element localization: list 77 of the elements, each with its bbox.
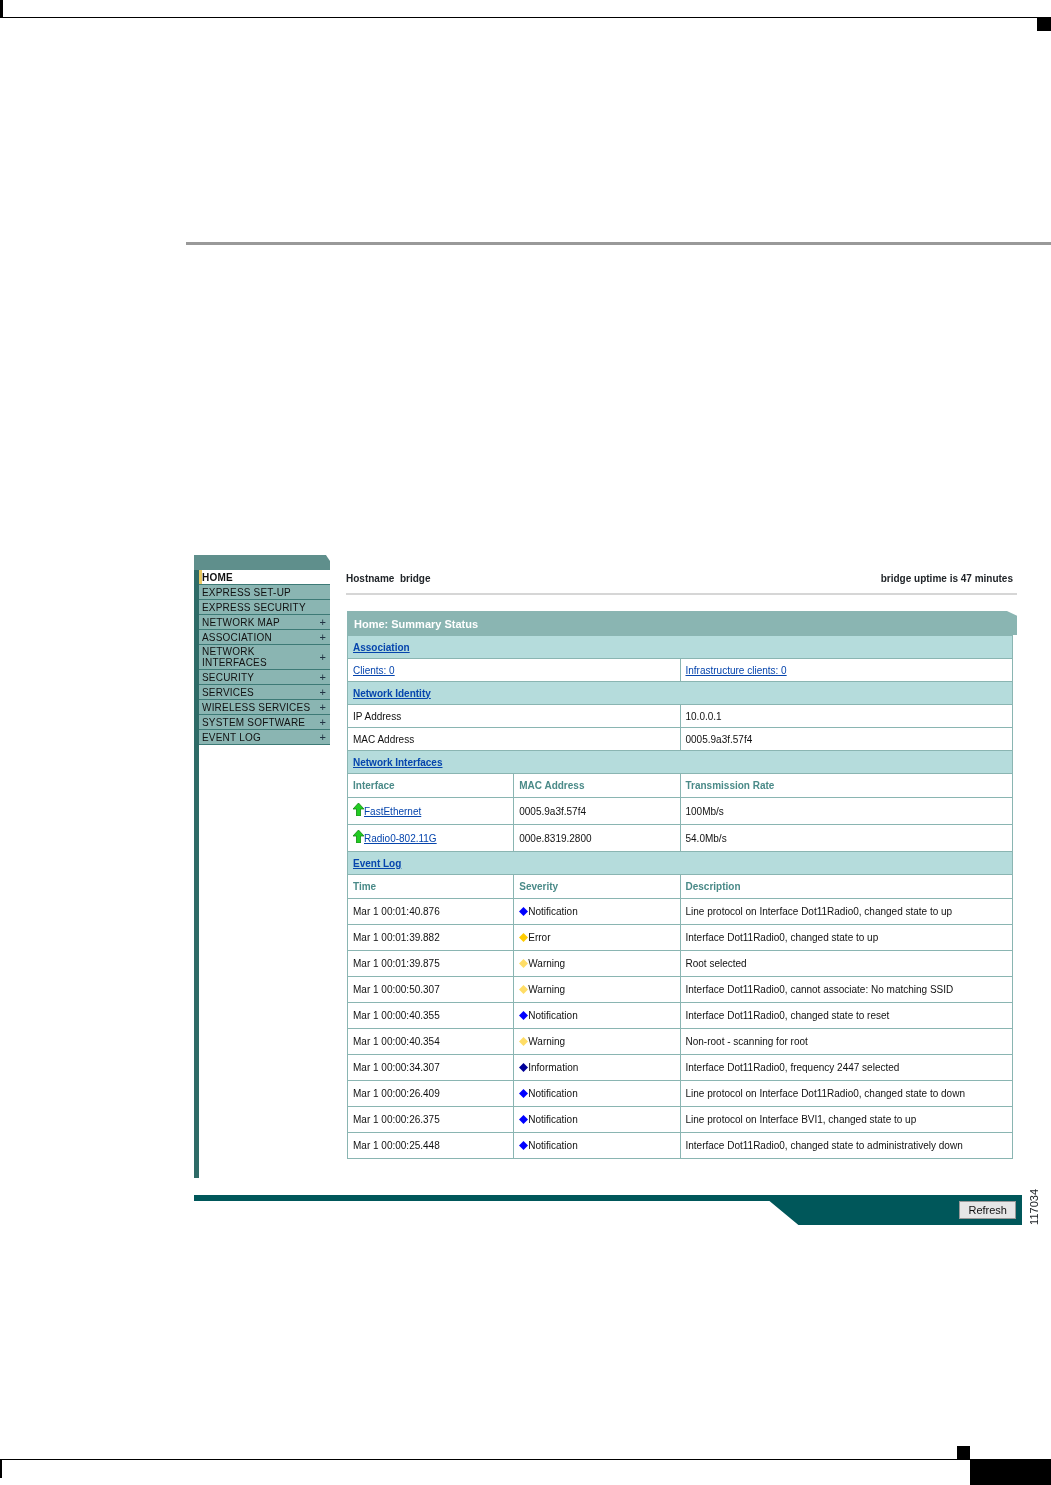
hostname-label: Hostname bridge (346, 572, 431, 586)
table-cell: Root selected (685, 958, 747, 969)
column-header: Severity (519, 881, 559, 892)
table-cell: 100Mb/s (685, 805, 724, 817)
column-header: Description (685, 881, 741, 892)
table-cell: Error (528, 932, 551, 943)
table-cell: Notification (528, 906, 578, 917)
menu-item[interactable]: WIRELESS SERVICES + (199, 700, 330, 715)
expand-icon[interactable]: + (319, 686, 326, 698)
section-link[interactable]: Event Log (353, 857, 402, 869)
table-cell: Interface Dot11Radio0, cannot associate: No matching SSID (685, 984, 954, 995)
menu-item[interactable]: HOME (199, 570, 330, 585)
table-cell: Mar 1 00:00:26.375 (353, 1114, 440, 1125)
field-label: IP Address (353, 710, 402, 722)
table-cell: Mar 1 00:00:26.409 (353, 1088, 440, 1099)
table-cell: Mar 1 00:00:34.307 (353, 1062, 440, 1073)
menu-item[interactable]: EXPRESS SET-UP (199, 585, 330, 600)
expand-icon[interactable]: + (319, 731, 326, 743)
table-cell: Line protocol on Interface Dot11Radio0, changed state to down (685, 1088, 965, 1099)
interface-link[interactable]: Radio0-802.11G (364, 833, 437, 844)
field-value: 0005.9a3f.57f4 (685, 733, 753, 745)
menu-item[interactable]: EXPRESS SECURITY (199, 600, 330, 615)
panel-title: Home: Summary Status (347, 611, 1017, 635)
expand-icon[interactable]: + (319, 631, 326, 643)
uptime-label: bridge uptime is 47 minutes (880, 572, 1013, 586)
expand-icon[interactable]: + (319, 616, 326, 628)
table-cell: Interface Dot11Radio0, changed state to administratively down (685, 1140, 963, 1151)
table-cell: Warning (528, 958, 566, 969)
expand-icon[interactable]: + (319, 671, 326, 683)
menu-item[interactable]: SERVICES + (199, 685, 330, 700)
table-cell: Notification (528, 1114, 578, 1125)
table-cell: Mar 1 00:01:39.875 (353, 958, 440, 969)
table-cell: Interface Dot11Radio0, changed state to reset (685, 1010, 890, 1021)
table-cell: Information (528, 1062, 579, 1073)
table-cell: Mar 1 00:01:39.882 (353, 932, 440, 943)
field-value: 10.0.0.1 (685, 710, 722, 722)
page-corner-mark (1037, 18, 1051, 31)
figure-number: 117034 (1028, 1189, 1040, 1225)
table-cell: Notification (528, 1010, 578, 1021)
menu-item[interactable]: NETWORK MAP + (199, 615, 330, 630)
table-cell: Mar 1 00:01:40.876 (353, 906, 440, 917)
menu-item[interactable]: EVENT LOG + (199, 730, 330, 745)
menu-item[interactable]: NETWORK INTERFACES + (199, 645, 330, 670)
table-cell: Mar 1 00:00:40.354 (353, 1036, 440, 1047)
table-cell: 000e.8319.2800 (519, 832, 592, 844)
menu-item[interactable]: SYSTEM SOFTWARE + (199, 715, 330, 730)
column-header: Time (353, 881, 377, 892)
table-cell: Warning (528, 984, 566, 995)
table-cell: Line protocol on Interface Dot11Radio0, changed state to up (685, 906, 953, 917)
info-link[interactable]: Infrastructure clients: 0 (685, 664, 787, 676)
table-cell: Line protocol on Interface BVI1, changed state to up (685, 1114, 917, 1125)
table-cell: Non-root - scanning for root (685, 1036, 808, 1047)
field-label: MAC Address (353, 733, 415, 745)
expand-icon[interactable]: + (319, 701, 326, 713)
table-cell: Interface Dot11Radio0, frequency 2447 selected (685, 1062, 900, 1073)
column-header: Interface (353, 780, 395, 791)
interface-link[interactable]: FastEthernet (364, 806, 422, 817)
expand-icon[interactable]: + (319, 651, 326, 663)
table-cell: Notification (528, 1140, 578, 1151)
table-cell: Mar 1 00:00:25.448 (353, 1140, 440, 1151)
menu-item[interactable]: SECURITY + (199, 670, 330, 685)
table-cell: Mar 1 00:00:40.355 (353, 1010, 440, 1021)
column-header: MAC Address (519, 780, 585, 791)
table-cell: 0005.9a3f.57f4 (519, 805, 586, 817)
table-cell: Notification (528, 1088, 578, 1099)
table-cell: 54.0Mb/s (685, 832, 727, 844)
section-link[interactable]: Network Identity (353, 687, 431, 699)
refresh-button[interactable]: Refresh (959, 1201, 1016, 1219)
table-cell: Mar 1 00:00:50.307 (353, 984, 440, 995)
column-header: Transmission Rate (685, 780, 775, 791)
info-link[interactable]: Clients: 0 (353, 664, 395, 676)
section-link[interactable]: Association (353, 641, 410, 653)
expand-icon[interactable]: + (319, 716, 326, 728)
table-cell: Interface Dot11Radio0, changed state to up (685, 932, 879, 943)
table-cell: Warning (528, 1036, 566, 1047)
menu-item[interactable]: ASSOCIATION + (199, 630, 330, 645)
section-link[interactable]: Network Interfaces (353, 756, 443, 768)
